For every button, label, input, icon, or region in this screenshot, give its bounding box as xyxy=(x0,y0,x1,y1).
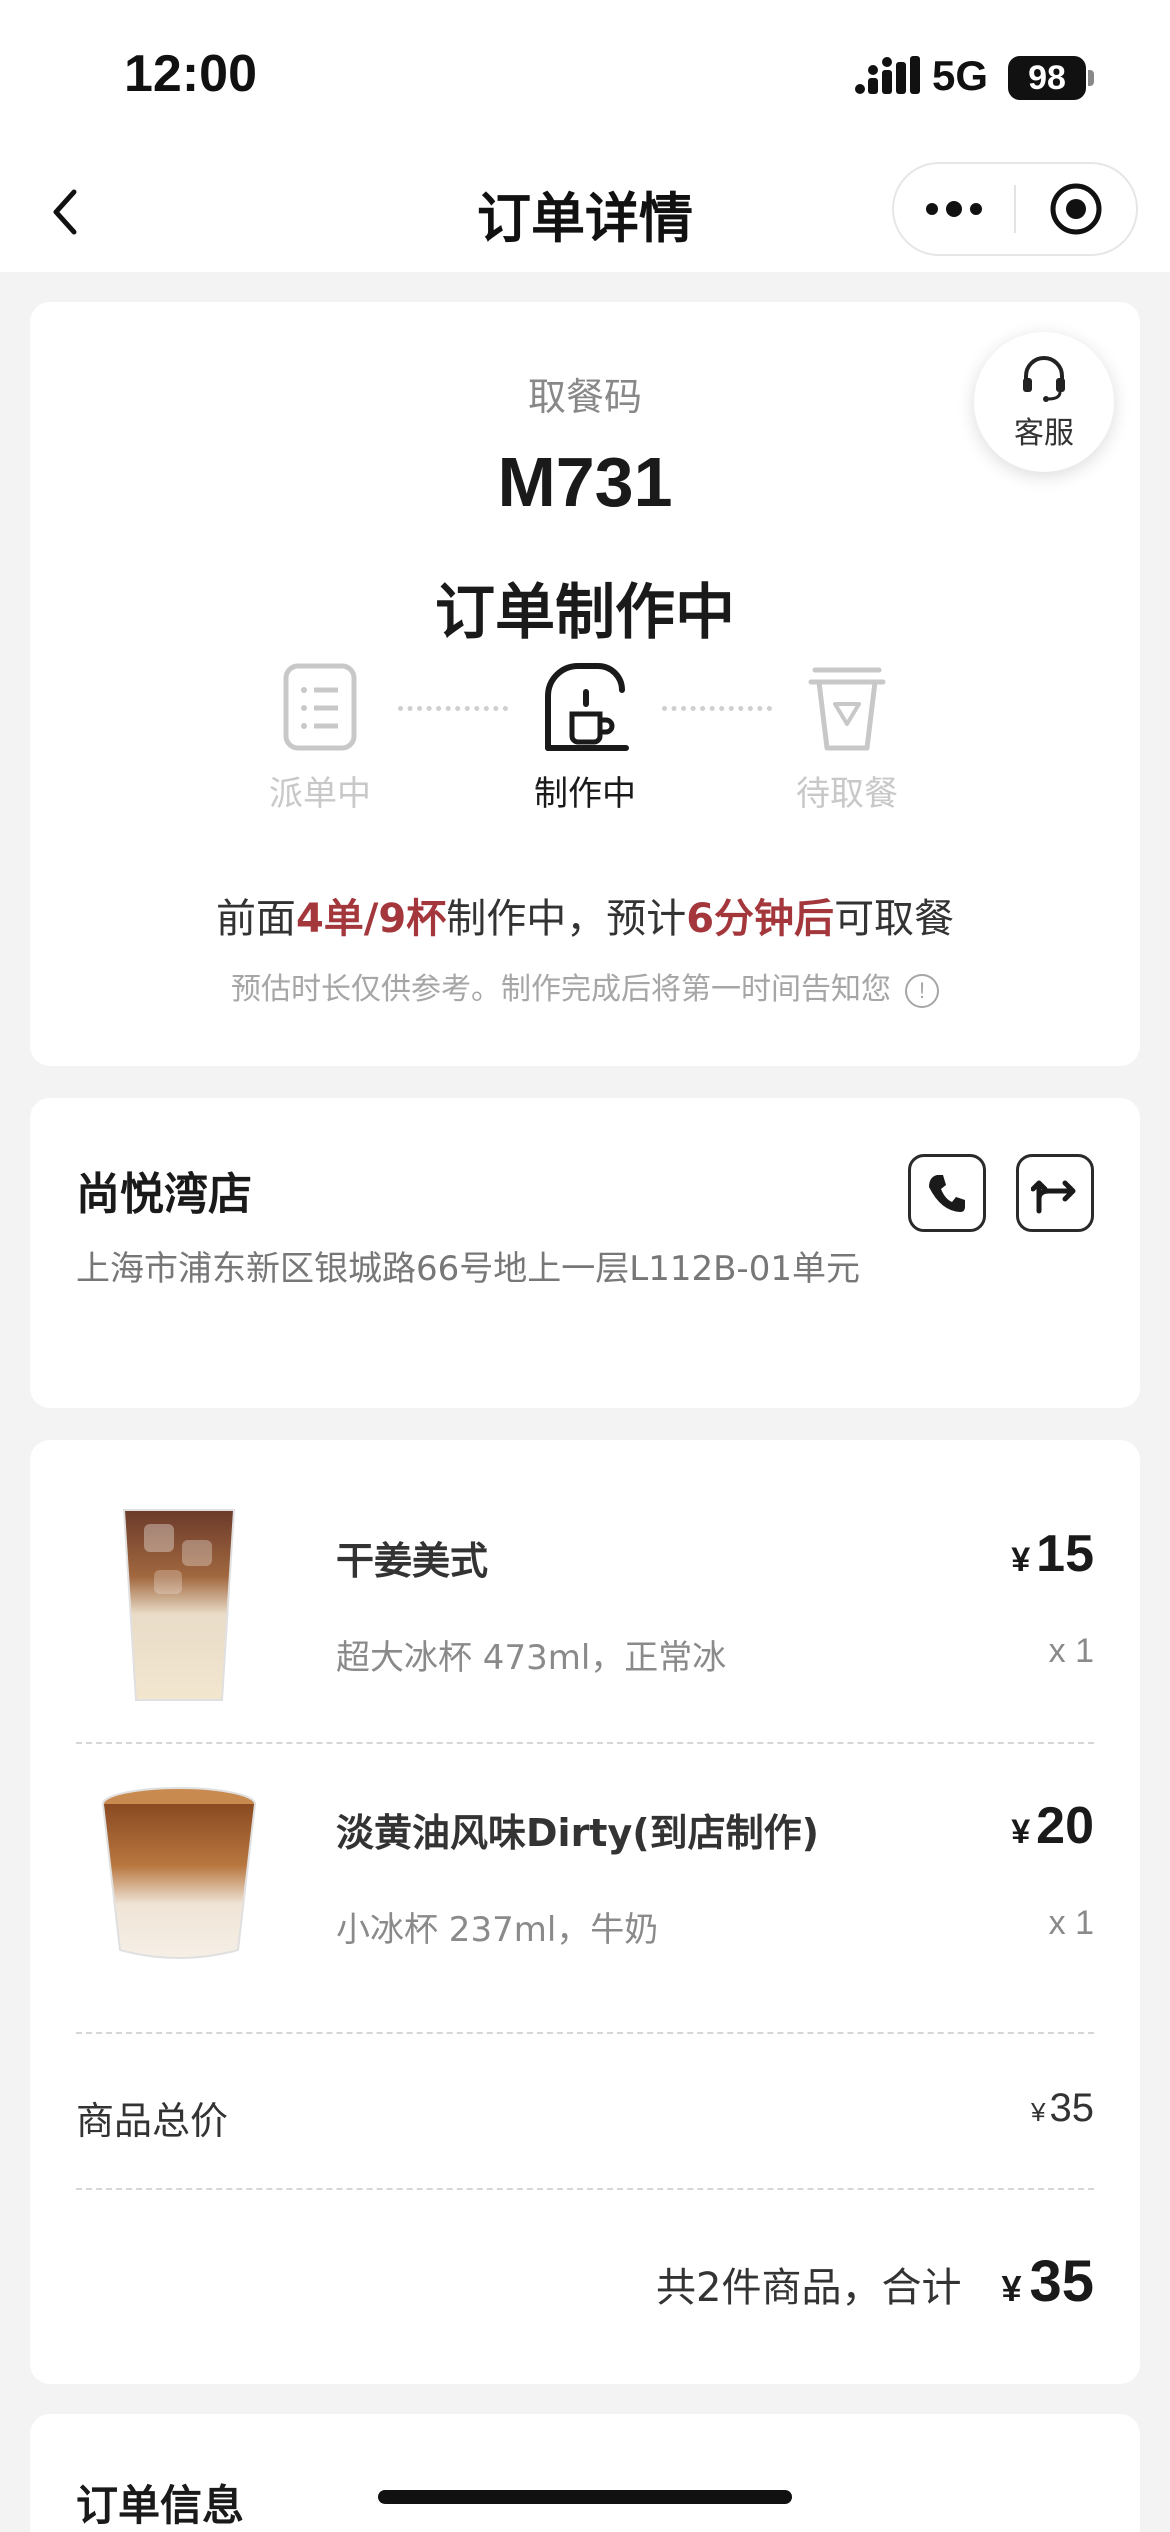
step-making-label: 制作中 xyxy=(534,774,636,814)
back-button[interactable] xyxy=(40,172,120,252)
item-quantity: x 1 xyxy=(1048,1632,1094,1670)
more-button[interactable] xyxy=(894,164,1014,254)
store-address: 上海市浦东新区银城路66号地上一层L112B-01单元 xyxy=(76,1249,860,1289)
order-info-card: 订单信息 xyxy=(30,2414,1140,2532)
currency-symbol: ¥ xyxy=(1011,1813,1031,1851)
order-list-icon xyxy=(283,663,357,751)
item-name: 淡黄油风味Dirty(到店制作) xyxy=(336,1811,819,1855)
close-button[interactable] xyxy=(1016,164,1136,254)
queue-count: 4单/9杯 xyxy=(295,896,447,942)
item-price-value: 20 xyxy=(1036,1797,1094,1855)
step-connector xyxy=(662,706,772,711)
step-dispatch-label: 派单中 xyxy=(269,774,371,814)
queue-time: 6分钟后 xyxy=(686,896,835,942)
subtotal-value: ¥35 xyxy=(1031,2086,1094,2131)
divider xyxy=(76,2032,1094,2034)
estimate-note: 预估时长仅供参考。制作完成后将第一时间告知您! xyxy=(30,964,1140,1008)
queue-prefix: 前面 xyxy=(215,896,296,942)
navigate-store-button[interactable] xyxy=(1016,1154,1094,1232)
phone-icon xyxy=(929,1175,965,1212)
pickup-code-label: 取餐码 xyxy=(527,375,642,419)
step-pickup: 待取餐 xyxy=(757,662,937,815)
item-price-value: 15 xyxy=(1036,1525,1094,1583)
mini-program-capsule xyxy=(892,162,1138,256)
order-items-card: 干姜美式 超大冰杯 473ml，正常冰 ¥15 x 1 淡黄油风味Dirty(到… xyxy=(30,1440,1140,2384)
info-icon[interactable]: ! xyxy=(905,973,939,1008)
currency-symbol: ¥ xyxy=(1001,2268,1022,2309)
cup-icon xyxy=(808,667,886,751)
total-label: 共2件商品，合计 xyxy=(656,2265,962,2311)
battery-icon: 98 xyxy=(1008,56,1086,100)
order-status: 订单制作中 xyxy=(435,578,735,648)
status-bar: 12:00 5G 98 xyxy=(0,0,1170,150)
item-spec: 小冰杯 237ml，牛奶 xyxy=(336,1910,659,1950)
queue-middle: 制作中，预计 xyxy=(446,896,687,942)
item-spec: 超大冰杯 473ml，正常冰 xyxy=(336,1638,727,1678)
store-name: 尚悦湾店 xyxy=(76,1169,252,1220)
nav-bar: 订单详情 xyxy=(0,150,1170,272)
step-connector xyxy=(398,706,508,711)
order-info-title: 订单信息 xyxy=(76,2481,245,2530)
network-label: 5G xyxy=(932,52,989,99)
home-indicator[interactable] xyxy=(378,2490,792,2504)
product-image-iced-americano xyxy=(122,1509,236,1701)
status-time: 12:00 xyxy=(124,45,257,103)
battery-tip xyxy=(1088,70,1094,86)
pickup-card: 客服 取餐码 M731 订单制作中 派单中 制作中 待取餐 前面4单/9杯制作中… xyxy=(30,302,1140,1066)
divider xyxy=(76,2188,1094,2190)
call-store-button[interactable] xyxy=(908,1154,986,1232)
directions-icon xyxy=(1031,1180,1076,1214)
item-price: ¥15 xyxy=(1011,1524,1094,1584)
store-card: 尚悦湾店 上海市浦东新区银城路66号地上一层L112B-01单元 xyxy=(30,1098,1140,1408)
pickup-code: M731 xyxy=(497,443,673,521)
step-pickup-label: 待取餐 xyxy=(796,774,898,814)
more-dots-icon xyxy=(926,201,982,217)
target-circle-icon xyxy=(1050,183,1102,235)
subtotal-amount: 35 xyxy=(1049,2086,1095,2130)
item-quantity: x 1 xyxy=(1048,1904,1094,1942)
signal-icon xyxy=(855,56,920,94)
currency-symbol: ¥ xyxy=(1031,2097,1046,2127)
item-price: ¥20 xyxy=(1011,1796,1094,1856)
subtotal-label: 商品总价 xyxy=(76,2099,229,2143)
divider xyxy=(76,1742,1094,1744)
coffee-machine-icon xyxy=(545,663,629,751)
total-amount: 35 xyxy=(1029,2249,1094,2314)
estimate-note-text: 预估时长仅供参考。制作完成后将第一时间告知您 xyxy=(231,972,891,1007)
chevron-left-icon xyxy=(53,189,77,235)
item-name: 干姜美式 xyxy=(336,1539,489,1583)
queue-estimate: 前面4单/9杯制作中，预计6分钟后可取餐 xyxy=(30,886,1140,944)
total-row: 共2件商品，合计 ¥ 35 xyxy=(656,2248,1094,2315)
queue-suffix: 可取餐 xyxy=(834,896,955,942)
currency-symbol: ¥ xyxy=(1011,1541,1031,1579)
step-making: 制作中 xyxy=(495,662,675,815)
product-image-dirty xyxy=(102,1787,256,1959)
step-dispatch: 派单中 xyxy=(230,662,410,815)
